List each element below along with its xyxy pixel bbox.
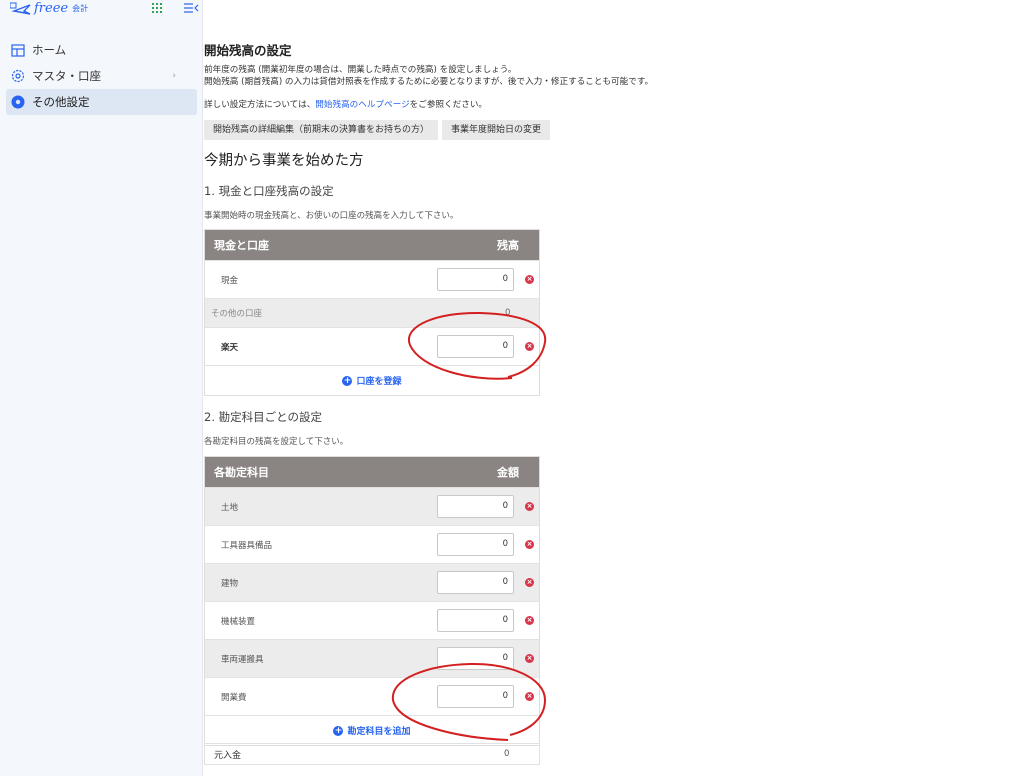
table-row: 機械装置 0 × <box>205 601 539 639</box>
help-prefix: 詳しい設定方法については、 <box>204 100 316 110</box>
delete-icon[interactable]: × <box>525 578 534 587</box>
row-label: 土地 <box>221 502 239 513</box>
sidebar-item-other-settings[interactable]: その他設定 <box>6 89 197 115</box>
row-label: 機械装置 <box>221 616 256 627</box>
add-account-item-button[interactable]: + 勘定科目を追加 <box>205 715 539 745</box>
sidebar: freee 会計 ホーム マスタ・口座 › その他設定 <box>0 0 203 776</box>
other-accounts-value: 0 <box>505 308 511 318</box>
home-icon <box>11 44 25 57</box>
delete-icon[interactable]: × <box>525 275 534 284</box>
table-row-cash: 現金 0 × <box>205 260 539 298</box>
table-header: 各勘定科目 金額 <box>205 457 539 487</box>
add-account-label: 口座を登録 <box>356 377 402 387</box>
chevron-right-icon: › <box>172 71 176 81</box>
settings-cog-icon <box>11 69 25 83</box>
help-link[interactable]: 開始残高のヘルプページ <box>315 100 409 110</box>
section1-title: 1. 現金と口座残高の設定 <box>204 184 334 198</box>
row-label: その他の口座 <box>211 309 263 319</box>
amount-input[interactable]: 0 <box>437 571 514 594</box>
row-label: 車両運搬具 <box>221 654 264 665</box>
cash-accounts-table: 現金と口座 残高 現金 0 × その他の口座 0 楽天 0 × + 口座を登録 <box>204 229 540 396</box>
logo-row: freee 会計 <box>6 0 202 18</box>
delete-icon[interactable]: × <box>525 540 534 549</box>
description-line-1: 前年度の残高 (開業初年度の場合は、開業した時点での残高) を設定しましょう。 <box>204 65 517 75</box>
capital-row: 元入金 0 <box>204 743 540 765</box>
delete-icon[interactable]: × <box>525 502 534 511</box>
add-item-label: 勘定科目を追加 <box>347 727 411 737</box>
freee-logo[interactable]: freee 会計 <box>10 1 88 16</box>
column-header-item: 各勘定科目 <box>214 466 269 479</box>
amount-input[interactable]: 0 <box>437 533 514 556</box>
sidebar-item-master-accounts[interactable]: マスタ・口座 › <box>0 63 203 89</box>
column-header-balance: 残高 <box>497 239 519 252</box>
plus-circle-icon: + <box>342 375 353 386</box>
collapse-menu-icon[interactable] <box>182 1 200 15</box>
freee-bird-icon <box>10 2 31 15</box>
table-row: 車両運搬具 0 × <box>205 639 539 677</box>
capital-value: 0 <box>504 749 510 759</box>
table-row: 建物 0 × <box>205 563 539 601</box>
rakuten-amount-input[interactable]: 0 <box>437 335 514 358</box>
table-row: 工具器具備品 0 × <box>205 525 539 563</box>
apps-grid-icon[interactable] <box>151 2 163 14</box>
table-row-rakuten: 楽天 0 × <box>205 327 539 365</box>
sidebar-nav: ホーム マスタ・口座 › その他設定 <box>0 37 203 115</box>
section2-description: 各勘定科目の残高を設定して下さい。 <box>204 437 349 447</box>
row-label: 現金 <box>221 275 239 286</box>
section1-description: 事業開始時の現金残高と、お使いの口座の残高を入力して下さい。 <box>204 211 459 221</box>
column-header-account: 現金と口座 <box>214 239 269 252</box>
row-label: 工具器具備品 <box>221 540 273 551</box>
tab-detailed-edit[interactable]: 開始残高の詳細編集（前期末の決算書をお持ちの方） <box>204 120 439 140</box>
amount-input[interactable]: 0 <box>437 609 514 632</box>
row-label: 開業費 <box>221 692 247 703</box>
row-label: 楽天 <box>221 342 239 353</box>
logo-text: freee <box>34 1 69 16</box>
section-title: 今期から事業を始めた方 <box>204 153 364 169</box>
help-text: 詳しい設定方法については、開始残高のヘルプページをご参照ください。 <box>204 98 487 110</box>
description-line-2: 開始残高 (期首残高) の入力は貸借対照表を作成するために必要となりますが、後で… <box>204 77 654 87</box>
logo-sub: 会計 <box>72 4 89 13</box>
main-content: 開始残高の設定 前年度の残高 (開業初年度の場合は、開業した時点での残高) を設… <box>203 0 1024 776</box>
help-suffix: をご参照ください。 <box>409 100 488 110</box>
amount-input[interactable]: 0 <box>437 685 514 708</box>
section2-title: 2. 勘定科目ごとの設定 <box>204 410 323 424</box>
table-row-other-accounts: その他の口座 0 <box>205 298 539 327</box>
amount-input[interactable]: 0 <box>437 647 514 670</box>
gear-icon <box>11 95 25 109</box>
row-label: 建物 <box>221 578 239 589</box>
tab-fiscal-year-change[interactable]: 事業年度開始日の変更 <box>442 120 551 140</box>
cash-amount-input[interactable]: 0 <box>437 268 514 291</box>
table-row: 開業費 0 × <box>205 677 539 715</box>
app-window: freee 会計 ホーム マスタ・口座 › その他設定 開始残高の設定 前年度の… <box>0 0 1024 776</box>
option-tabs: 開始残高の詳細編集（前期末の決算書をお持ちの方） 事業年度開始日の変更 <box>204 120 551 140</box>
account-items-table: 各勘定科目 金額 土地 0 × 工具器具備品 0 × 建物 0 × 機械装置 0 <box>204 456 540 746</box>
capital-label: 元入金 <box>214 751 242 761</box>
delete-icon[interactable]: × <box>525 342 534 351</box>
table-row: 土地 0 × <box>205 487 539 525</box>
column-header-amount: 金額 <box>497 466 519 479</box>
sidebar-item-label: マスタ・口座 <box>32 69 101 83</box>
delete-icon[interactable]: × <box>525 654 534 663</box>
table-header: 現金と口座 残高 <box>205 230 539 260</box>
delete-icon[interactable]: × <box>525 692 534 701</box>
add-account-button[interactable]: + 口座を登録 <box>205 365 539 395</box>
amount-input[interactable]: 0 <box>437 495 514 518</box>
sidebar-item-home[interactable]: ホーム <box>0 37 203 63</box>
sidebar-item-label: その他設定 <box>32 95 90 109</box>
sidebar-item-label: ホーム <box>32 43 67 57</box>
delete-icon[interactable]: × <box>525 616 534 625</box>
page-title: 開始残高の設定 <box>204 43 292 58</box>
plus-circle-icon: + <box>333 725 344 736</box>
